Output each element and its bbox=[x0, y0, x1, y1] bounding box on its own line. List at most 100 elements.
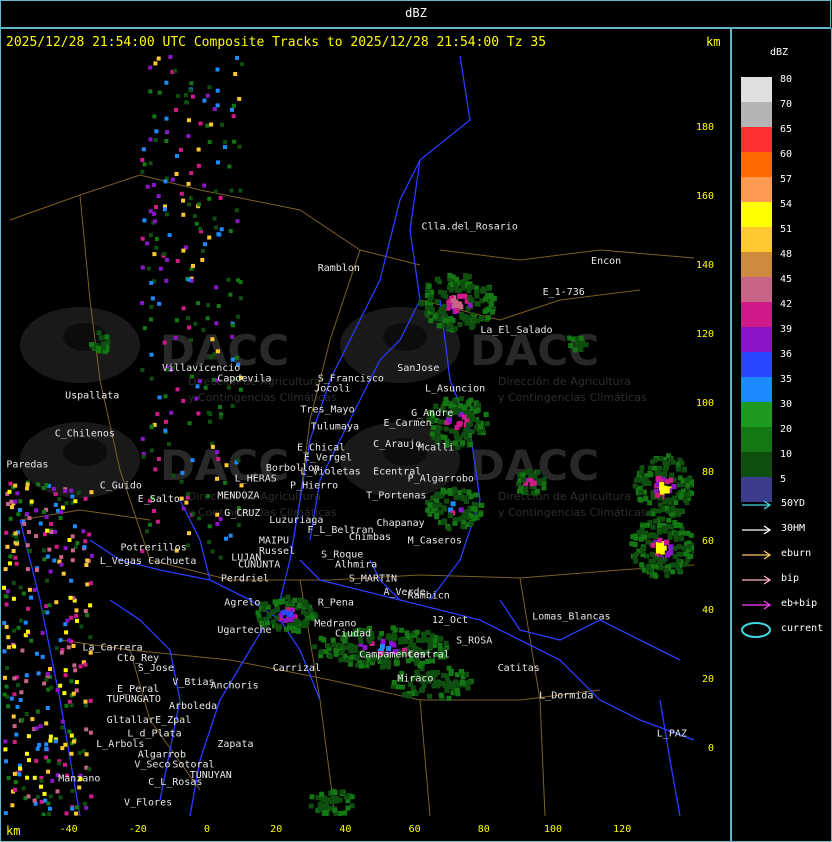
place-label: L_Vegas bbox=[100, 556, 142, 567]
track-label: eburn bbox=[781, 548, 812, 559]
place-label: Alhmira bbox=[335, 560, 377, 571]
place-label: E_Zpal bbox=[155, 715, 191, 726]
place-label: Jocoli bbox=[314, 384, 350, 395]
x-tick-label: 60 bbox=[409, 824, 421, 835]
y-tick-label: 0 bbox=[708, 743, 714, 754]
y-tick-label: 120 bbox=[696, 329, 714, 340]
x-tick-label: 0 bbox=[204, 824, 210, 835]
scale-swatch bbox=[741, 252, 772, 277]
place-label: Russel bbox=[259, 546, 295, 557]
place-label: G_CRUZ bbox=[224, 508, 260, 519]
place-label: E_Vergel bbox=[304, 453, 352, 464]
place-label: Cachueta bbox=[148, 556, 196, 567]
place-label: Chimbas bbox=[349, 532, 391, 543]
scale-label: 65 bbox=[780, 124, 793, 135]
place-label: Ramblon bbox=[318, 263, 360, 274]
place-label: L_HERAS bbox=[235, 473, 277, 484]
legend-unit: dBZ bbox=[770, 47, 789, 58]
scale-swatch bbox=[741, 302, 772, 327]
y-tick-label: 160 bbox=[696, 191, 714, 202]
place-label: Luzuriaga bbox=[269, 515, 323, 526]
place-label: Catitas bbox=[498, 663, 540, 674]
x-tick-label: -40 bbox=[60, 824, 78, 835]
km-unit-top: km bbox=[706, 35, 721, 49]
place-label: Anchoris bbox=[210, 680, 258, 691]
x-tick-label: 20 bbox=[270, 824, 282, 835]
place-label: C_Chilenos bbox=[55, 429, 115, 440]
place-label: Sotoral bbox=[172, 760, 214, 771]
track-arrow-icon bbox=[742, 575, 772, 585]
place-label: S_Jose bbox=[138, 663, 174, 674]
scale-label: 39 bbox=[780, 324, 793, 335]
scale-swatch bbox=[741, 127, 772, 152]
place-label: T_Portenas bbox=[366, 491, 426, 502]
place-label: L_Dormida bbox=[539, 691, 593, 702]
scale-swatch bbox=[741, 402, 772, 427]
place-label: Algarrob bbox=[138, 749, 186, 760]
y-tick-label: 20 bbox=[702, 674, 714, 685]
scale-swatch bbox=[741, 77, 772, 102]
place-label: C_Araujo bbox=[373, 439, 421, 450]
scale-label: 70 bbox=[780, 99, 793, 110]
place-label: Rambicn bbox=[408, 591, 450, 602]
x-tick-label: 40 bbox=[339, 824, 351, 835]
place-label: Manzano bbox=[58, 774, 100, 785]
y-tick-label: 140 bbox=[696, 260, 714, 271]
place-label: C_Guido bbox=[100, 480, 142, 491]
place-label: E_Salto bbox=[138, 494, 180, 505]
y-tick-label: 40 bbox=[702, 605, 714, 616]
scale-label: 10 bbox=[780, 449, 793, 460]
place-label: S_MARTIN bbox=[349, 573, 397, 584]
place-label: M_Caseros bbox=[408, 535, 462, 546]
y-tick-label: 80 bbox=[702, 467, 714, 478]
place-label: Lomas_Blancas bbox=[532, 611, 610, 622]
place-label: E_1-736 bbox=[543, 287, 585, 298]
scale-swatch bbox=[741, 377, 772, 402]
place-label: Miraco bbox=[397, 673, 433, 684]
place-label: Uspallata bbox=[65, 391, 119, 402]
place-label: Zapata bbox=[217, 739, 253, 750]
scale-swatch bbox=[741, 452, 772, 477]
scale-label: 30 bbox=[780, 399, 793, 410]
scale-label: 51 bbox=[780, 224, 793, 235]
place-label: La_El_Salado bbox=[480, 325, 552, 336]
place-label: S_Francisco bbox=[318, 373, 384, 384]
place-label: TUPUNGATO bbox=[107, 694, 161, 705]
radar-map[interactable]: DACCDirección de Agriculturay Contingenc… bbox=[0, 0, 731, 842]
scale-swatch bbox=[741, 277, 772, 302]
scale-label: 45 bbox=[780, 274, 793, 285]
place-label: L_Asuncion bbox=[425, 384, 485, 395]
km-unit-bottom: km bbox=[6, 824, 21, 838]
place-label: 12_Oct bbox=[432, 615, 468, 626]
place-label: L_Arbols bbox=[96, 739, 144, 750]
scale-swatch bbox=[741, 427, 772, 452]
place-label: Carrizal bbox=[273, 663, 321, 674]
scale-swatch bbox=[741, 227, 772, 252]
place-label: Encon bbox=[591, 256, 621, 267]
place-label: S_Roque bbox=[321, 549, 363, 560]
place-label: Ciudad bbox=[335, 629, 371, 640]
place-label: P_Algarrobo bbox=[408, 473, 474, 484]
place-label: Perdriel bbox=[221, 573, 269, 584]
place-label: Agrelo bbox=[224, 598, 260, 609]
place-label: V_Seco bbox=[134, 760, 170, 771]
place-label: Clla.del_Rosario bbox=[422, 222, 518, 233]
track-label: 30HM bbox=[781, 523, 806, 534]
track-label: bip bbox=[781, 573, 800, 584]
place-label: Ugarteche bbox=[217, 625, 271, 636]
storm-cell bbox=[629, 516, 694, 579]
place-label: E_Chical bbox=[297, 442, 345, 453]
scale-swatch bbox=[741, 352, 772, 377]
place-label: Villavicencio bbox=[162, 363, 240, 374]
place-label: R_Pena bbox=[318, 598, 354, 609]
place-label: CUNUNTA bbox=[238, 560, 280, 571]
place-label: MENDOZA bbox=[217, 491, 259, 502]
y-axis-ticks: 180 160 140 120 100 80 60 40 20 0 bbox=[696, 122, 714, 754]
place-label: Chapanay bbox=[377, 518, 425, 529]
place-label: G_Andre bbox=[411, 408, 453, 419]
scale-swatch bbox=[741, 102, 772, 127]
track-arrow-icon bbox=[742, 525, 772, 535]
place-label: Capdevila bbox=[217, 373, 271, 384]
place-label: Paredas bbox=[6, 460, 48, 471]
y-tick-label: 180 bbox=[696, 122, 714, 133]
